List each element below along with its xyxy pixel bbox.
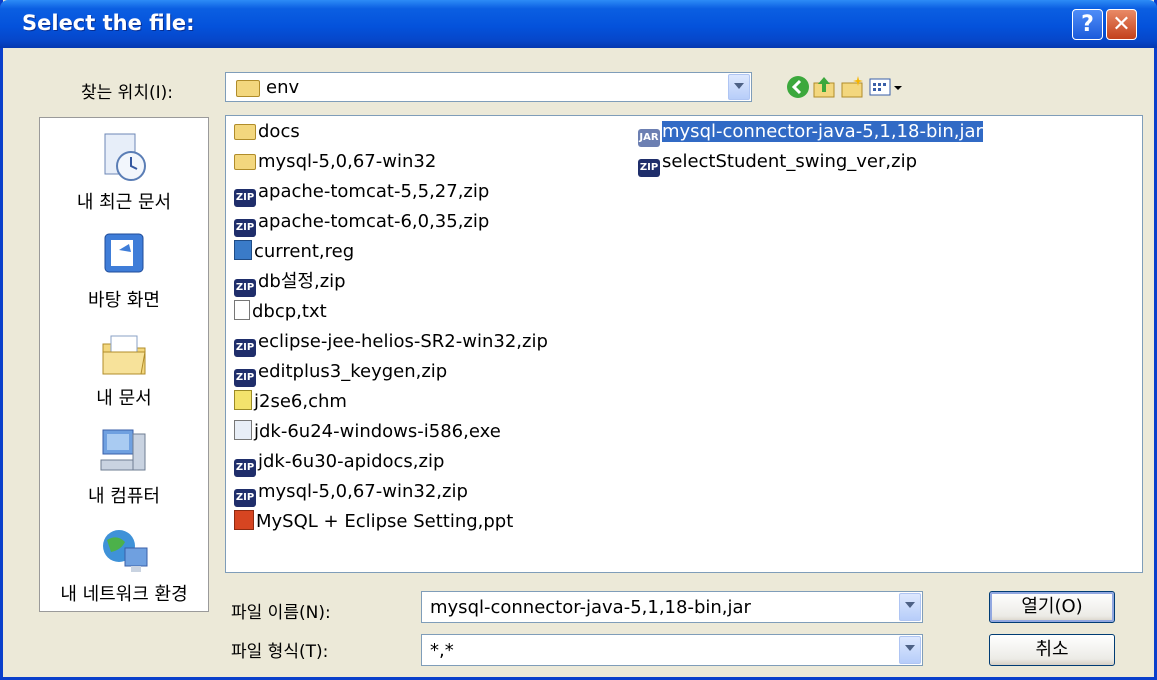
list-item[interactable]: ZIP editplus3_keygen,zip xyxy=(234,360,448,387)
chevron-down-icon[interactable] xyxy=(728,74,750,100)
help-button[interactable]: ? xyxy=(1072,9,1103,40)
zip-file-icon: ZIP xyxy=(234,339,256,357)
text-file-icon xyxy=(234,300,250,320)
look-in-label: 찾는 위치(I): xyxy=(81,83,173,103)
list-item[interactable]: ZIP apache-tomcat-6,0,35,zip xyxy=(234,210,490,237)
look-in-dropdown[interactable]: env xyxy=(225,72,752,102)
file-name: docs xyxy=(258,121,300,142)
desktop-icon xyxy=(97,230,151,282)
list-item[interactable]: dbcp,txt xyxy=(234,300,327,324)
window-title: Select the file: xyxy=(22,11,195,35)
list-item[interactable]: docs xyxy=(234,120,300,144)
list-item[interactable]: mysql-5,0,67-win32 xyxy=(234,150,436,174)
help-file-icon xyxy=(234,390,252,410)
new-folder-icon[interactable] xyxy=(839,74,865,100)
place-label: 바탕 화면 xyxy=(88,290,160,311)
ppt-file-icon xyxy=(234,510,254,530)
zip-file-icon: ZIP xyxy=(234,279,256,297)
file-name: db설정,zip xyxy=(258,271,346,292)
place-desktop[interactable]: 바탕 화면 xyxy=(40,230,208,312)
chevron-down-icon[interactable] xyxy=(899,636,921,664)
places-bar: 내 최근 문서 바탕 화면 내 문서 내 컴퓨터 내 네트워크 환경 xyxy=(39,117,209,612)
file-name: apache-tomcat-6,0,35,zip xyxy=(258,211,490,232)
file-name: mysql-5,0,67-win32,zip xyxy=(258,481,468,502)
file-dialog-window: Select the file: ? ✕ 찾는 위치(I): env 내 최근 … xyxy=(0,0,1157,680)
list-item[interactable]: MySQL + Eclipse Setting,ppt xyxy=(234,510,513,534)
folder-icon xyxy=(234,154,256,170)
up-folder-icon[interactable] xyxy=(811,74,837,100)
my-documents-icon xyxy=(97,328,151,380)
place-label: 내 최근 문서 xyxy=(76,192,172,213)
place-recent-documents[interactable]: 내 최근 문서 xyxy=(40,132,208,214)
my-computer-icon xyxy=(97,426,151,478)
file-name: mysql-connector-java-5,1,18-bin,jar xyxy=(661,120,984,143)
place-my-computer[interactable]: 내 컴퓨터 xyxy=(40,426,208,508)
filename-value: mysql-connector-java-5,1,18-bin,jar xyxy=(430,597,751,618)
file-name: apache-tomcat-5,5,27,zip xyxy=(258,181,490,202)
list-item[interactable]: j2se6,chm xyxy=(234,390,347,414)
folder-icon xyxy=(234,124,256,140)
folder-icon xyxy=(236,80,260,97)
file-name: editplus3_keygen,zip xyxy=(258,361,448,382)
list-item[interactable]: current,reg xyxy=(234,240,354,264)
list-item[interactable]: ZIP mysql-5,0,67-win32,zip xyxy=(234,480,468,507)
file-name: jdk-6u24-windows-i586,exe xyxy=(254,421,501,442)
back-icon[interactable] xyxy=(785,74,811,100)
file-name: MySQL + Eclipse Setting,ppt xyxy=(256,511,514,532)
filename-input[interactable]: mysql-connector-java-5,1,18-bin,jar xyxy=(421,591,923,623)
recent-documents-icon xyxy=(97,132,151,184)
look-in-value: env xyxy=(266,77,300,98)
file-name: selectStudent_swing_ver,zip xyxy=(662,151,917,172)
place-my-network[interactable]: 내 네트워크 환경 xyxy=(40,524,208,606)
list-item[interactable]: ZIP apache-tomcat-5,5,27,zip xyxy=(234,180,490,207)
exe-file-icon xyxy=(234,420,252,440)
list-item[interactable]: ZIP selectStudent_swing_ver,zip xyxy=(638,150,917,177)
file-name: eclipse-jee-helios-SR2-win32,zip xyxy=(258,331,548,352)
place-label: 내 컴퓨터 xyxy=(88,486,160,507)
chevron-down-icon[interactable] xyxy=(899,593,921,621)
filetype-value: *,* xyxy=(430,640,454,661)
place-label: 내 네트워크 환경 xyxy=(60,584,188,605)
list-item[interactable]: JAR mysql-connector-java-5,1,18-bin,jar xyxy=(638,120,984,147)
list-item[interactable]: ZIP eclipse-jee-helios-SR2-win32,zip xyxy=(234,330,548,357)
zip-file-icon: ZIP xyxy=(234,219,256,237)
filename-label: 파일 이름(N): xyxy=(231,603,331,623)
open-button[interactable]: 열기(O) xyxy=(989,591,1115,623)
file-name: current,reg xyxy=(254,241,355,262)
filetype-label: 파일 형식(T): xyxy=(231,642,329,662)
zip-file-icon: ZIP xyxy=(234,189,256,207)
list-item[interactable]: ZIP db설정,zip xyxy=(234,270,346,297)
zip-file-icon: ZIP xyxy=(234,489,256,507)
cancel-button[interactable]: 취소 xyxy=(989,634,1115,666)
registry-file-icon xyxy=(234,240,252,260)
file-name: j2se6,chm xyxy=(254,391,347,412)
my-network-icon xyxy=(97,524,151,576)
zip-file-icon: ZIP xyxy=(638,159,660,177)
title-bar[interactable]: Select the file: ? ✕ xyxy=(0,0,1157,48)
file-name: jdk-6u30-apidocs,zip xyxy=(258,451,445,472)
list-item[interactable]: ZIP jdk-6u30-apidocs,zip xyxy=(234,450,445,477)
zip-file-icon: ZIP xyxy=(234,459,256,477)
place-my-documents[interactable]: 내 문서 xyxy=(40,328,208,410)
zip-file-icon: ZIP xyxy=(234,369,256,387)
place-label: 내 문서 xyxy=(96,388,152,409)
view-menu-icon[interactable] xyxy=(867,74,905,100)
jar-file-icon: JAR xyxy=(638,129,660,147)
file-list[interactable]: docs mysql-5,0,67-win32 ZIP apache-tomcat… xyxy=(225,115,1143,573)
filetype-select[interactable]: *,* xyxy=(421,634,923,666)
list-item[interactable]: jdk-6u24-windows-i586,exe xyxy=(234,420,501,444)
file-name: mysql-5,0,67-win32 xyxy=(258,151,437,172)
close-button[interactable]: ✕ xyxy=(1106,9,1137,40)
file-name: dbcp,txt xyxy=(252,301,327,322)
